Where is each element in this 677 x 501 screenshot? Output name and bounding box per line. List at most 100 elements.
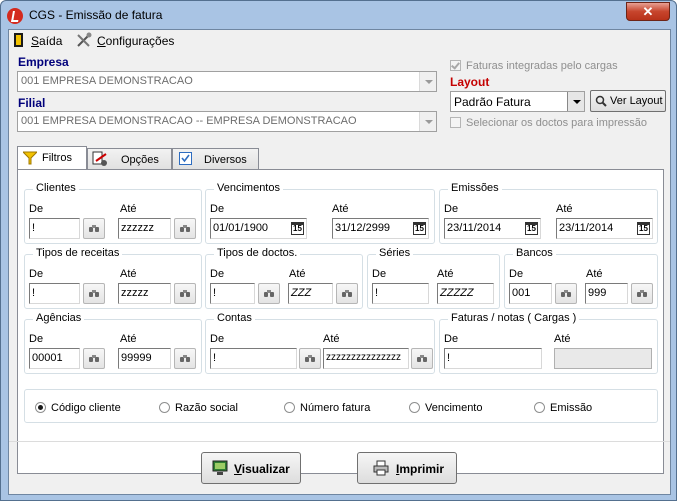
imprimir-button[interactable]: Imprimir bbox=[357, 452, 457, 484]
checkbox-icon bbox=[179, 152, 192, 165]
window-title: CGS - Emissão de fatura bbox=[29, 8, 163, 22]
visualizar-button[interactable]: Visualizar bbox=[201, 452, 301, 484]
calendar-icon[interactable]: 15 bbox=[525, 222, 538, 235]
tipos-doctos-group: Tipos de doctos. De Até ! ZZZ bbox=[205, 247, 363, 309]
visualizar-label: isualizar bbox=[241, 462, 290, 476]
contas-de-input[interactable]: ! bbox=[210, 348, 297, 369]
bancos-ate-search-button[interactable] bbox=[631, 283, 653, 304]
series-de-label: De bbox=[372, 268, 387, 280]
emissoes-de-label: De bbox=[444, 203, 459, 215]
vencimentos-de-value: 01/01/1900 bbox=[213, 222, 269, 234]
contas-ate-label: Até bbox=[323, 333, 340, 345]
tipos-doctos-ate-search-button[interactable] bbox=[336, 283, 358, 304]
vencimentos-ate-value: 31/12/2999 bbox=[335, 222, 391, 234]
series-ate-input[interactable]: ZZZZZ bbox=[437, 283, 494, 304]
tipos-doctos-de-input[interactable]: ! bbox=[210, 283, 255, 304]
tools-icon bbox=[77, 32, 92, 47]
empresa-value: 001 EMPRESA DEMONSTRACAO bbox=[21, 75, 193, 87]
emissoes-de-input[interactable]: 23/11/2014 15 bbox=[444, 218, 541, 239]
tipos-receitas-ate-search-button[interactable] bbox=[174, 283, 196, 304]
agencias-de-label: De bbox=[29, 333, 44, 345]
emissoes-ate-input[interactable]: 23/11/2014 15 bbox=[556, 218, 653, 239]
chevron-down-icon[interactable] bbox=[419, 112, 436, 131]
order-razao-social-radio[interactable]: Razão social bbox=[159, 402, 238, 414]
agencias-de-input[interactable]: 00001 bbox=[29, 348, 80, 369]
filial-value: 001 EMPRESA DEMONSTRACAO -- EMPRESA DEMO… bbox=[21, 115, 357, 127]
layout-select[interactable]: Padrão Fatura bbox=[450, 91, 585, 112]
emissoes-group: Emissões De Até 23/11/2014 15 23/11/2014 1… bbox=[439, 182, 658, 244]
binoculars-icon bbox=[417, 355, 428, 363]
binoculars-icon bbox=[89, 355, 100, 363]
contas-ate-input[interactable]: zzzzzzzzzzzzzzz bbox=[323, 348, 409, 369]
series-de-input[interactable]: ! bbox=[372, 283, 429, 304]
bancos-ate-input[interactable]: 999 bbox=[585, 283, 628, 304]
filial-select[interactable]: 001 EMPRESA DEMONSTRACAO -- EMPRESA DEMO… bbox=[17, 111, 437, 132]
menu-configuracoes-accel: C bbox=[97, 34, 106, 48]
layout-label: Layout bbox=[450, 75, 490, 89]
selecionar-doctos-checkbox[interactable]: Selecionar os doctos para impressão bbox=[450, 117, 647, 129]
filial-label: Filial bbox=[18, 96, 46, 110]
clientes-ate-input[interactable]: zzzzzz bbox=[118, 218, 171, 239]
calendar-icon[interactable]: 15 bbox=[291, 222, 304, 235]
ver-layout-button[interactable]: Ver Layout bbox=[590, 90, 666, 112]
tipos-receitas-ate-input[interactable]: zzzzz bbox=[118, 283, 171, 304]
agencias-group: Agências De Até 00001 99999 bbox=[24, 312, 202, 374]
tipos-receitas-title: Tipos de receitas bbox=[33, 247, 123, 259]
order-emissao-radio[interactable]: Emissão bbox=[534, 402, 592, 414]
order-vencimento-radio[interactable]: Vencimento bbox=[409, 402, 482, 414]
contas-ate-search-button[interactable] bbox=[411, 348, 433, 369]
tab-opcoes[interactable]: Opções bbox=[87, 148, 172, 169]
vencimentos-de-input[interactable]: 01/01/1900 15 bbox=[210, 218, 307, 239]
agencias-de-search-button[interactable] bbox=[83, 348, 105, 369]
bancos-de-input[interactable]: 001 bbox=[509, 283, 552, 304]
binoculars-icon bbox=[305, 355, 316, 363]
order-numero-fatura-radio[interactable]: Número fatura bbox=[284, 402, 370, 414]
binoculars-icon bbox=[180, 290, 191, 298]
clientes-group: Clientes De Até ! zzzzzz bbox=[24, 182, 202, 244]
vencimentos-ate-label: Até bbox=[332, 203, 349, 215]
close-button[interactable]: ✕ bbox=[626, 2, 670, 21]
binoculars-icon bbox=[561, 290, 572, 298]
binoculars-icon bbox=[264, 290, 275, 298]
calendar-icon[interactable]: 15 bbox=[413, 222, 426, 235]
vencimentos-ate-input[interactable]: 31/12/2999 15 bbox=[332, 218, 429, 239]
empresa-select[interactable]: 001 EMPRESA DEMONSTRACAO bbox=[17, 71, 437, 92]
tipos-receitas-ate-label: Até bbox=[120, 268, 137, 280]
agencias-ate-label: Até bbox=[120, 333, 137, 345]
chevron-down-icon[interactable] bbox=[567, 92, 584, 111]
tab-diversos[interactable]: Diversos bbox=[172, 148, 259, 169]
emissoes-title: Emissões bbox=[448, 182, 502, 194]
tipos-doctos-ate-input[interactable]: ZZZ bbox=[288, 283, 333, 304]
chevron-down-icon[interactable] bbox=[419, 72, 436, 91]
bancos-de-search-button[interactable] bbox=[555, 283, 577, 304]
clientes-de-input[interactable]: ! bbox=[29, 218, 80, 239]
selecionar-doctos-label: Selecionar os doctos para impressão bbox=[466, 117, 647, 129]
bancos-ate-label: Até bbox=[586, 268, 603, 280]
order-codigo-cliente-radio[interactable]: Código cliente bbox=[35, 402, 121, 414]
agencias-ate-input[interactable]: 99999 bbox=[118, 348, 171, 369]
faturas-notas-de-label: De bbox=[444, 333, 459, 345]
faturas-integradas-checkbox[interactable]: Faturas integradas pelo cargas bbox=[450, 60, 618, 72]
vencimentos-title: Vencimentos bbox=[214, 182, 283, 194]
emissoes-ate-value: 23/11/2014 bbox=[559, 222, 614, 234]
funnel-icon bbox=[23, 151, 37, 165]
faturas-notas-de-input[interactable]: ! bbox=[444, 348, 542, 369]
contas-de-label: De bbox=[210, 333, 225, 345]
radio-selected-icon bbox=[35, 402, 46, 413]
tipos-receitas-de-input[interactable]: ! bbox=[29, 283, 80, 304]
agencias-ate-search-button[interactable] bbox=[174, 348, 196, 369]
tab-filtros[interactable]: Filtros bbox=[17, 146, 87, 169]
contas-de-search-button[interactable] bbox=[299, 348, 321, 369]
calendar-icon[interactable]: 15 bbox=[637, 222, 650, 235]
empresa-label: Empresa bbox=[18, 55, 69, 69]
main-window: CGS - Emissão de fatura ✕ Saída Configur… bbox=[0, 0, 677, 501]
clientes-de-search-button[interactable] bbox=[83, 218, 105, 239]
bancos-de-label: De bbox=[509, 268, 524, 280]
title-bar[interactable]: CGS - Emissão de fatura ✕ bbox=[1, 1, 676, 29]
clientes-ate-search-button[interactable] bbox=[174, 218, 196, 239]
bancos-group: Bancos De Até 001 999 bbox=[504, 247, 658, 309]
tipos-doctos-de-search-button[interactable] bbox=[258, 283, 280, 304]
tipos-receitas-de-search-button[interactable] bbox=[83, 283, 105, 304]
order-codigo-cliente-label: Código cliente bbox=[51, 402, 121, 414]
menu-configuracoes-label: onfigurações bbox=[105, 34, 175, 48]
